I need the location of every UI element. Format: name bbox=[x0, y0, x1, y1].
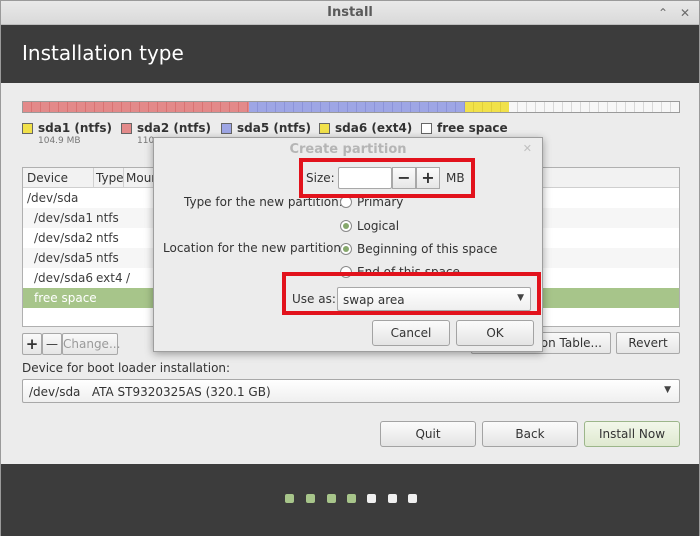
primary-radio-label[interactable]: Primary bbox=[357, 195, 403, 209]
size-decrease-button[interactable]: − bbox=[392, 167, 416, 189]
partition-bar-sda1-sda2 bbox=[23, 102, 249, 112]
add-partition-button[interactable]: + bbox=[22, 333, 42, 355]
legend-swatch bbox=[421, 123, 432, 134]
cell-device: free space bbox=[34, 291, 97, 305]
cell-type: ntfs bbox=[96, 231, 119, 245]
size-label: Size: bbox=[306, 171, 335, 185]
partition-bar-free bbox=[509, 102, 679, 112]
partition-bar bbox=[22, 101, 680, 113]
cell-device: /dev/sda2 bbox=[34, 231, 94, 245]
size-unit: MB bbox=[446, 171, 465, 185]
size-input[interactable] bbox=[338, 167, 392, 189]
close-icon[interactable]: ✕ bbox=[523, 142, 532, 155]
use-as-label: Use as: bbox=[292, 292, 336, 306]
boot-loader-value: /dev/sda ATA ST9320325AS (320.1 GB) bbox=[29, 385, 271, 399]
logical-radio-label[interactable]: Logical bbox=[357, 219, 399, 233]
legend-swatch bbox=[121, 123, 132, 134]
progress-step-done bbox=[306, 494, 315, 503]
partition-bar-sda6 bbox=[465, 102, 509, 112]
progress-step-pending bbox=[367, 494, 376, 503]
legend-label: sda2 (ntfs) bbox=[137, 121, 211, 135]
column-divider bbox=[93, 168, 94, 188]
use-as-select[interactable]: swap area ▼ bbox=[337, 287, 531, 311]
cell-type: ntfs bbox=[96, 251, 119, 265]
logical-radio[interactable] bbox=[340, 220, 352, 232]
back-button[interactable]: Back bbox=[482, 421, 578, 447]
cancel-button[interactable]: Cancel bbox=[372, 320, 450, 346]
legend-size: 104.9 MB bbox=[38, 136, 81, 146]
progress-step-pending bbox=[388, 494, 397, 503]
installer-window: Install ⌃ ✕ Installation type sda1 (ntfs… bbox=[0, 0, 700, 536]
chevron-up-icon[interactable]: ⌃ bbox=[655, 5, 671, 21]
column-divider bbox=[123, 168, 124, 188]
dialog-title: Create partition bbox=[289, 142, 407, 157]
partition-bar-sda5 bbox=[249, 102, 465, 112]
legend-swatch bbox=[22, 123, 33, 134]
title-bar: Install ⌃ ✕ bbox=[1, 1, 699, 25]
legend-label: sda6 (ext4) bbox=[335, 121, 413, 135]
partition-location-label: Location for the new partition: bbox=[163, 241, 345, 255]
boot-loader-label: Device for boot loader installation: bbox=[22, 361, 231, 375]
legend-label: free space bbox=[437, 121, 508, 135]
column-header-device[interactable]: Device bbox=[27, 171, 68, 185]
window-title: Install bbox=[327, 5, 373, 20]
cell-device: /dev/sda1 bbox=[34, 211, 94, 225]
progress-step-done bbox=[327, 494, 336, 503]
cell-type: ext4 bbox=[96, 271, 123, 285]
partition-type-label: Type for the new partition: bbox=[184, 195, 343, 209]
progress-footer bbox=[1, 464, 699, 536]
revert-button[interactable]: Revert bbox=[616, 332, 680, 354]
end-radio[interactable] bbox=[340, 266, 352, 278]
legend-size: 110 bbox=[137, 136, 155, 146]
beginning-radio[interactable] bbox=[340, 243, 352, 255]
dropdown-arrow-icon: ▼ bbox=[517, 293, 524, 303]
dropdown-arrow-icon: ▼ bbox=[664, 385, 671, 395]
cell-device: /dev/sda bbox=[27, 191, 79, 205]
progress-step-done bbox=[285, 494, 294, 503]
quit-button[interactable]: Quit bbox=[380, 421, 476, 447]
change-partition-button[interactable]: Change... bbox=[62, 333, 120, 355]
legend-label: sda5 (ntfs) bbox=[237, 121, 311, 135]
end-radio-label[interactable]: End of this space bbox=[357, 265, 460, 274]
cell-device: /dev/sda5 bbox=[34, 251, 94, 265]
ok-button[interactable]: OK bbox=[456, 320, 534, 346]
primary-radio[interactable] bbox=[340, 196, 352, 208]
remove-partition-button[interactable]: — bbox=[42, 333, 62, 355]
beginning-radio-label[interactable]: Beginning of this space bbox=[357, 242, 497, 256]
close-icon[interactable]: ✕ bbox=[677, 5, 693, 21]
cell-device: /dev/sda6 bbox=[34, 271, 94, 285]
install-now-button[interactable]: Install Now bbox=[584, 421, 680, 447]
progress-step-done bbox=[347, 494, 356, 503]
page-title: Installation type bbox=[22, 41, 184, 65]
page-header: Installation type bbox=[1, 25, 699, 83]
cell-mount: / bbox=[126, 271, 131, 285]
legend-swatch bbox=[319, 123, 330, 134]
boot-loader-select[interactable]: /dev/sda ATA ST9320325AS (320.1 GB) ▼ bbox=[22, 379, 680, 403]
create-partition-dialog: Create partition ✕ Size: − + MB Type for… bbox=[153, 137, 543, 352]
use-as-value: swap area bbox=[343, 293, 405, 307]
progress-step-pending bbox=[408, 494, 417, 503]
size-increase-button[interactable]: + bbox=[416, 167, 440, 189]
cell-type: ntfs bbox=[96, 211, 119, 225]
legend-swatch bbox=[221, 123, 232, 134]
legend-label: sda1 (ntfs) bbox=[38, 121, 112, 135]
column-header-type[interactable]: Type bbox=[96, 171, 124, 185]
